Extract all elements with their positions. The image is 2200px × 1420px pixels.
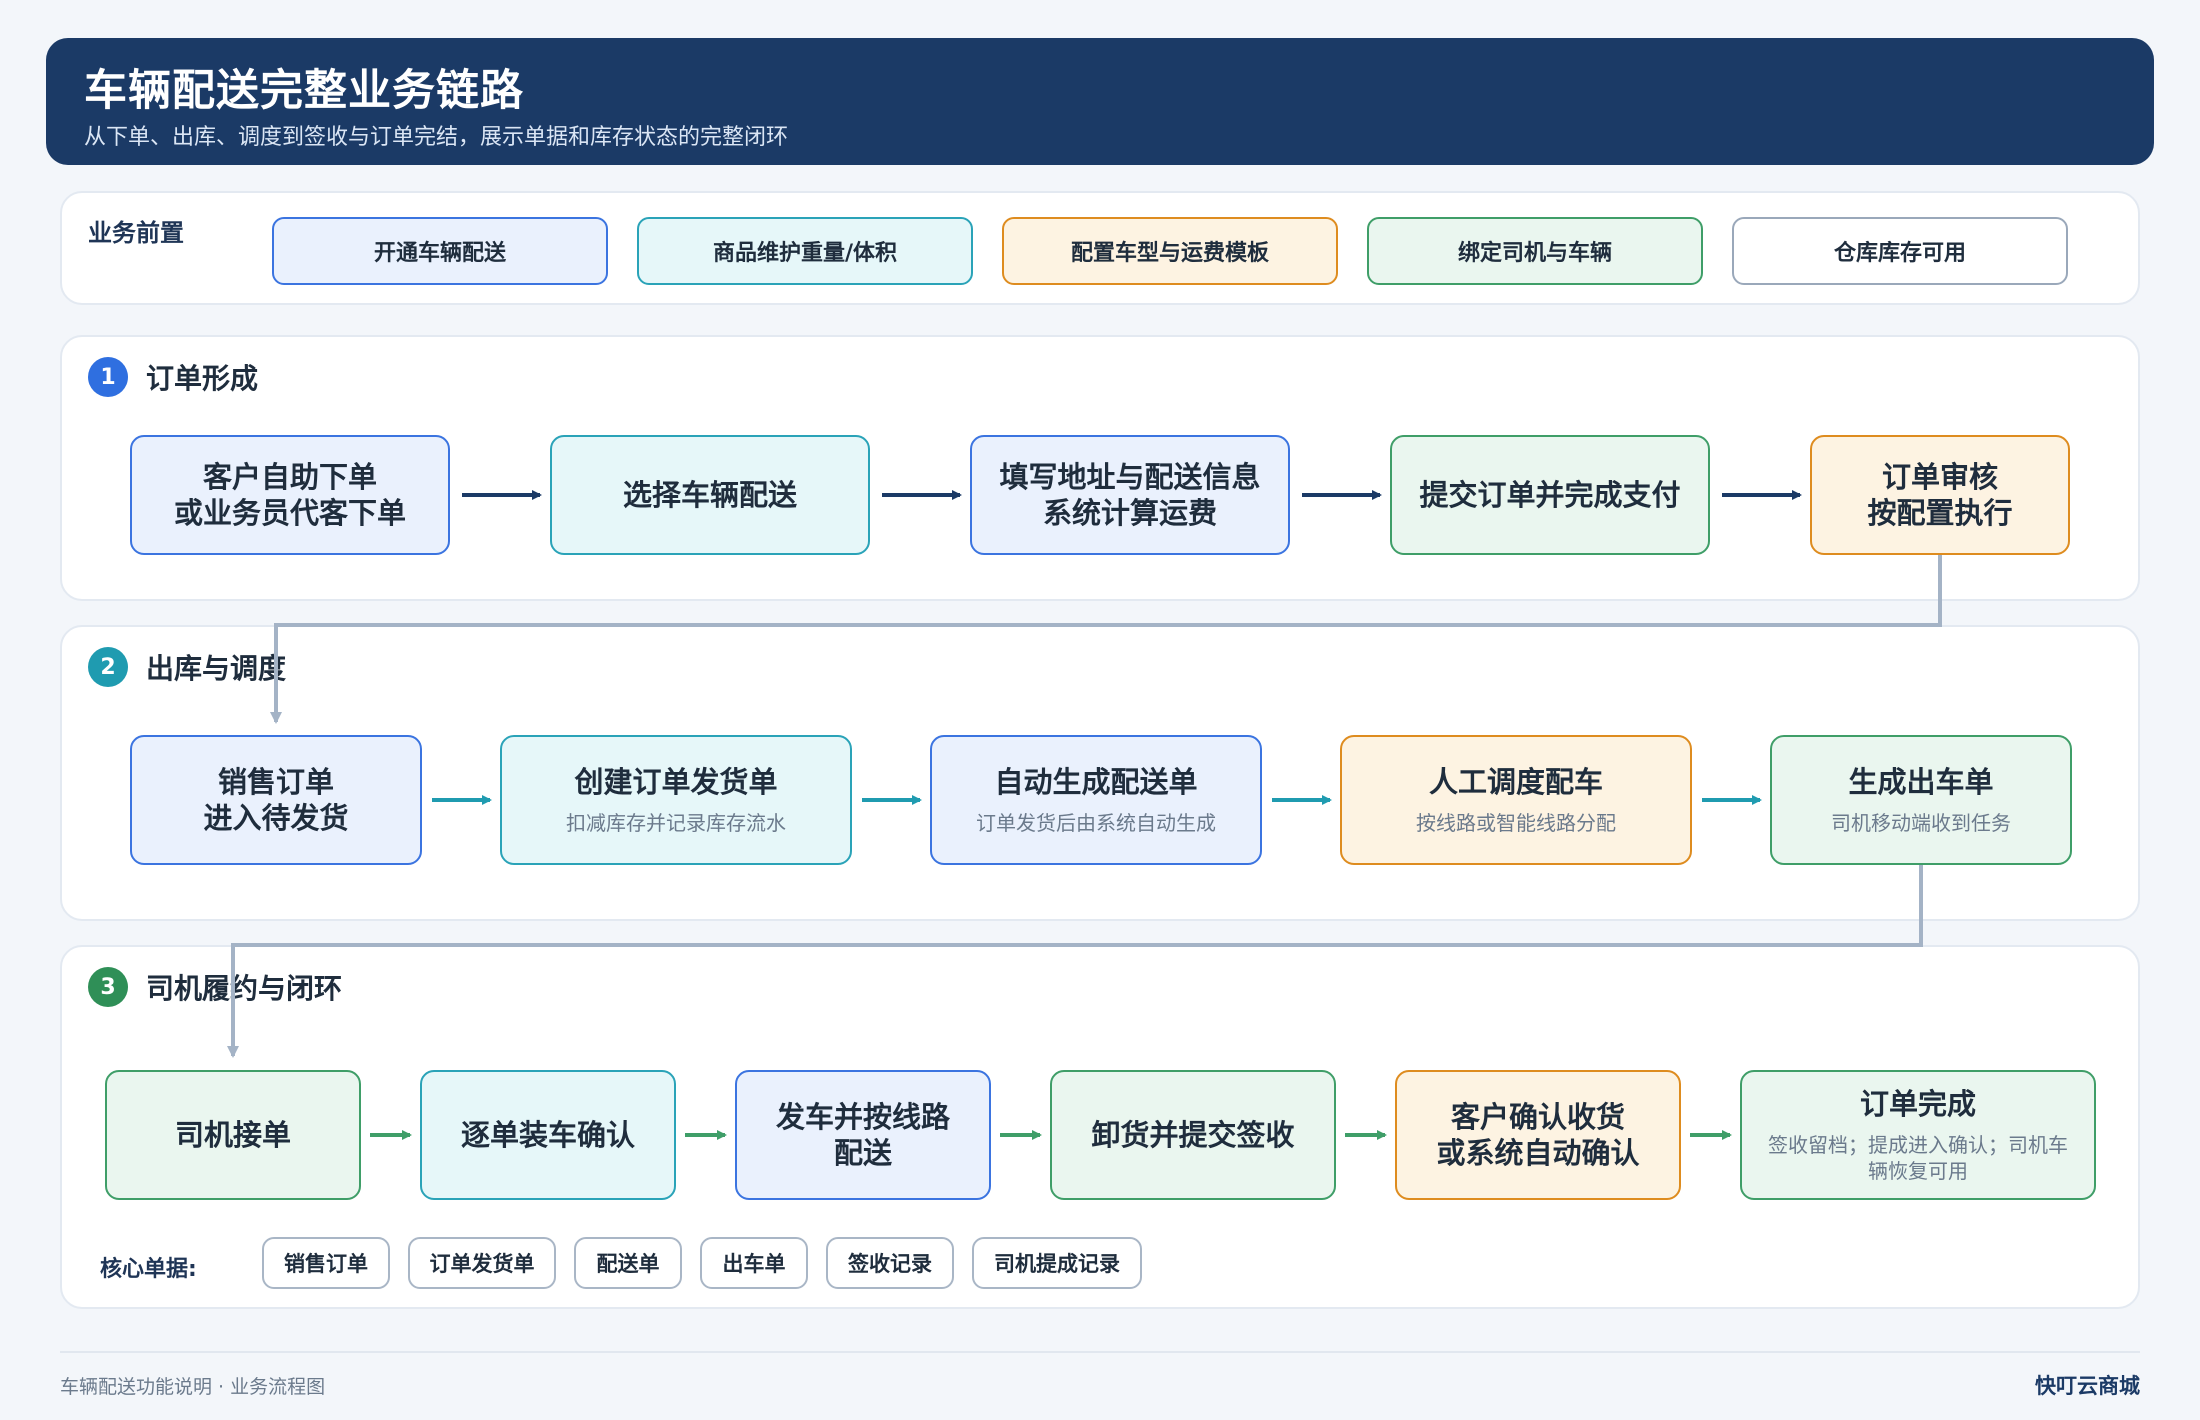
stage-title: 订单形成 <box>146 362 259 395</box>
prereq-item-bind-driver: 绑定司机与车辆 <box>1367 217 1703 285</box>
node-create-shipment: 创建订单发货单 扣减库存并记录库存流水 <box>500 735 852 865</box>
stage-number-badge: 2 <box>88 647 128 687</box>
doc-delivery-order: 配送单 <box>574 1237 682 1289</box>
node-customer-confirm: 客户确认收货 或系统自动确认 <box>1395 1070 1681 1200</box>
prereq-item-warehouse-stock: 仓库库存可用 <box>1732 217 2068 285</box>
page-header: 车辆配送完整业务链路 从下单、出库、调度到签收与订单完结，展示单据和库存状态的完… <box>46 38 2154 165</box>
node-loading-confirm: 逐单装车确认 <box>420 1070 676 1200</box>
core-docs-label: 核心单据: <box>100 1257 197 1282</box>
footer-brand: 快叮云商城 <box>2035 1374 2140 1398</box>
node-driver-accept: 司机接单 <box>105 1070 361 1200</box>
prereq-item-enable-delivery: 开通车辆配送 <box>272 217 608 285</box>
prereq-title: 业务前置 <box>88 219 184 247</box>
doc-dispatch-sheet: 出车单 <box>700 1237 808 1289</box>
node-generate-dispatch-sheet: 生成出车单 司机移动端收到任务 <box>1770 735 2072 865</box>
doc-sales-order: 销售订单 <box>262 1237 390 1289</box>
doc-sign-record: 签收记录 <box>826 1237 954 1289</box>
stage-number-badge: 3 <box>88 967 128 1007</box>
doc-driver-commission: 司机提成记录 <box>972 1237 1142 1289</box>
stage-title-row: 1 订单形成 <box>88 357 258 397</box>
node-unload-sign: 卸货并提交签收 <box>1050 1070 1336 1200</box>
node-manual-dispatch: 人工调度配车 按线路或智能线路分配 <box>1340 735 1692 865</box>
node-sales-order-pending: 销售订单 进入待发货 <box>130 735 422 865</box>
node-order-complete: 订单完成 签收留档；提成进入确认；司机车辆恢复可用 <box>1740 1070 2096 1200</box>
doc-shipment-order: 订单发货单 <box>408 1237 556 1289</box>
page-subtitle: 从下单、出库、调度到签收与订单完结，展示单据和库存状态的完整闭环 <box>84 125 789 151</box>
stage-title-row: 3 司机履约与闭环 <box>88 967 342 1007</box>
stage-title: 出库与调度 <box>146 652 287 685</box>
node-select-vehicle-delivery: 选择车辆配送 <box>550 435 870 555</box>
stage-title-row: 2 出库与调度 <box>88 647 286 687</box>
stage-title: 司机履约与闭环 <box>146 972 343 1005</box>
page-title: 车辆配送完整业务链路 <box>84 66 524 116</box>
node-submit-pay: 提交订单并完成支付 <box>1390 435 1710 555</box>
node-order-review: 订单审核 按配置执行 <box>1810 435 2070 555</box>
prereq-item-vehicle-fee-template: 配置车型与运费模板 <box>1002 217 1338 285</box>
prereq-panel: 业务前置 开通车辆配送 商品维护重量/体积 配置车型与运费模板 绑定司机与车辆 … <box>60 191 2140 305</box>
footer-divider <box>60 1351 2140 1353</box>
node-depart-deliver: 发车并按线路配送 <box>735 1070 991 1200</box>
prereq-item-goods-weight: 商品维护重量/体积 <box>637 217 973 285</box>
footer-caption: 车辆配送功能说明 · 业务流程图 <box>60 1376 326 1398</box>
node-customer-order: 客户自助下单 或业务员代客下单 <box>130 435 450 555</box>
stage-number-badge: 1 <box>88 357 128 397</box>
node-auto-delivery-order: 自动生成配送单 订单发货后由系统自动生成 <box>930 735 1262 865</box>
node-fill-address: 填写地址与配送信息 系统计算运费 <box>970 435 1290 555</box>
